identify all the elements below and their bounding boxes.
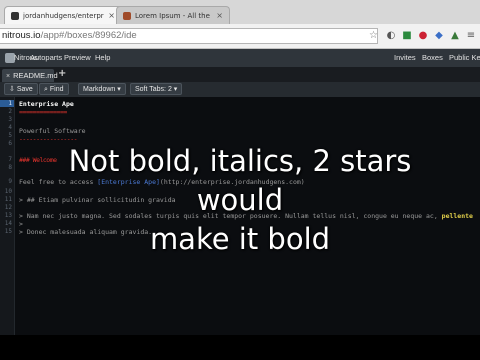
code-text: Feel free to access [19, 178, 94, 186]
line-number: 10 [4, 188, 12, 195]
save-button[interactable]: ⇩ Save [4, 83, 38, 95]
extension-icon[interactable]: ■ [400, 29, 414, 43]
code-line: ----------------- [19, 135, 78, 143]
extension-icon[interactable]: ▲ [448, 29, 462, 43]
close-icon[interactable]: × [108, 11, 115, 20]
address-bar[interactable]: nitrous.io/app#/boxes/89962/ide [0, 28, 378, 44]
mode-label: Markdown [83, 86, 116, 93]
menu-preview[interactable]: Preview [64, 49, 91, 67]
line-number: 3 [8, 116, 12, 123]
close-icon[interactable]: × [6, 73, 10, 80]
extension-icon[interactable]: ● [416, 29, 430, 43]
code-line: > Donec malesuada aliquam gravida. [19, 228, 153, 236]
code-text: > Nam nec justo magna. Sed sodales turpi… [19, 212, 438, 220]
find-button[interactable]: ⌕ Find [39, 83, 69, 95]
find-label: Find [49, 86, 64, 93]
page-icon [123, 11, 131, 20]
browser-tab-strip: jordanhudgens/enterpris × Lorem Ipsum - … [0, 0, 480, 25]
line-number: 9 [8, 178, 12, 185]
soft-tabs-select[interactable]: Soft Tabs: 2 ▾ [130, 83, 183, 95]
line-number: 5 [8, 132, 12, 139]
code-line: ============== [19, 108, 67, 116]
code-line: Enterprise Ape [19, 100, 74, 108]
code-editor[interactable]: 1 2 3 4 5 6 7 8 9 10 11 12 13 14 15 Ente… [0, 97, 480, 335]
menu-boxes[interactable]: Boxes [422, 49, 443, 67]
code-url: (http://enterprise.jordanhudgens.com) [159, 178, 305, 186]
soft-tabs-label: Soft Tabs: 2 [135, 86, 172, 93]
line-number: 7 [8, 156, 12, 163]
line-number: 2 [8, 108, 12, 115]
browser-tab-title: jordanhudgens/enterpris [23, 11, 105, 20]
extension-icon[interactable]: ◆ [432, 29, 446, 43]
bookmark-star-icon[interactable]: ☆ [369, 30, 378, 41]
screen: jordanhudgens/enterpris × Lorem Ipsum - … [0, 0, 480, 335]
line-gutter: 1 2 3 4 5 6 7 8 9 10 11 12 13 14 15 [0, 97, 15, 335]
save-label: Save [16, 86, 33, 93]
file-tab-bar: × README.md + [0, 67, 480, 83]
line-number: 1 [0, 100, 14, 107]
app-menubar: Nitrous Autoparts Preview Help Invites B… [0, 49, 480, 68]
code-line: ### Welcome [19, 156, 57, 164]
browser-tab-title: Lorem Ipsum - All the fac [135, 11, 212, 20]
menu-autoparts[interactable]: Autoparts [30, 49, 62, 67]
new-tab-icon[interactable]: + [58, 68, 66, 79]
line-number: 14 [4, 220, 12, 227]
file-tab-readme[interactable]: × README.md [2, 69, 58, 82]
url-path: /app#/boxes/89962/ide [40, 30, 137, 41]
code-line: > ## Etiam pulvinar sollicitudin gravida [19, 196, 176, 204]
menu-icon[interactable]: ≡ [464, 29, 478, 43]
code-line: Powerful Software [19, 127, 86, 135]
line-number: 8 [8, 164, 12, 171]
chevron-down-icon: ▾ [115, 86, 121, 93]
extension-icon[interactable]: ◐ [384, 29, 398, 43]
url-host: nitrous.io [2, 30, 41, 41]
line-number: 4 [8, 124, 12, 131]
code-line: > Nam nec justo magna. Sed sodales turpi… [19, 212, 473, 220]
chevron-down-icon: ▾ [171, 86, 178, 93]
file-tab-label: README.md [13, 71, 58, 80]
menu-invites[interactable]: Invites [394, 49, 416, 67]
code-line: > [19, 220, 23, 228]
line-number: 6 [8, 140, 12, 147]
line-number: 15 [4, 228, 12, 235]
line-number: 12 [4, 204, 12, 211]
code-link: [Enterprise Ape] [97, 178, 160, 186]
line-number: 11 [4, 196, 12, 203]
address-bar-row: nitrous.io/app#/boxes/89962/ide ☆ ◐ ■ ● … [0, 24, 480, 49]
browser-tab-github[interactable]: jordanhudgens/enterpris × [4, 6, 122, 24]
code-bold: pellente [441, 212, 473, 220]
close-icon[interactable]: × [216, 11, 223, 20]
github-icon [11, 11, 19, 20]
browser-tab-lorem[interactable]: Lorem Ipsum - All the fac × [116, 6, 230, 24]
save-icon: ⇩ [9, 86, 17, 93]
mode-select[interactable]: Markdown ▾ [78, 83, 126, 95]
menu-help[interactable]: Help [95, 49, 110, 67]
line-number: 13 [4, 212, 12, 219]
menu-public-key[interactable]: Public Key [449, 49, 480, 67]
code-line: Feel free to access [Enterprise Ape](htt… [19, 178, 305, 186]
editor-toolbar: ⇩ Save ⌕ Find Markdown ▾ Soft Tabs: 2 ▾ [0, 82, 480, 98]
